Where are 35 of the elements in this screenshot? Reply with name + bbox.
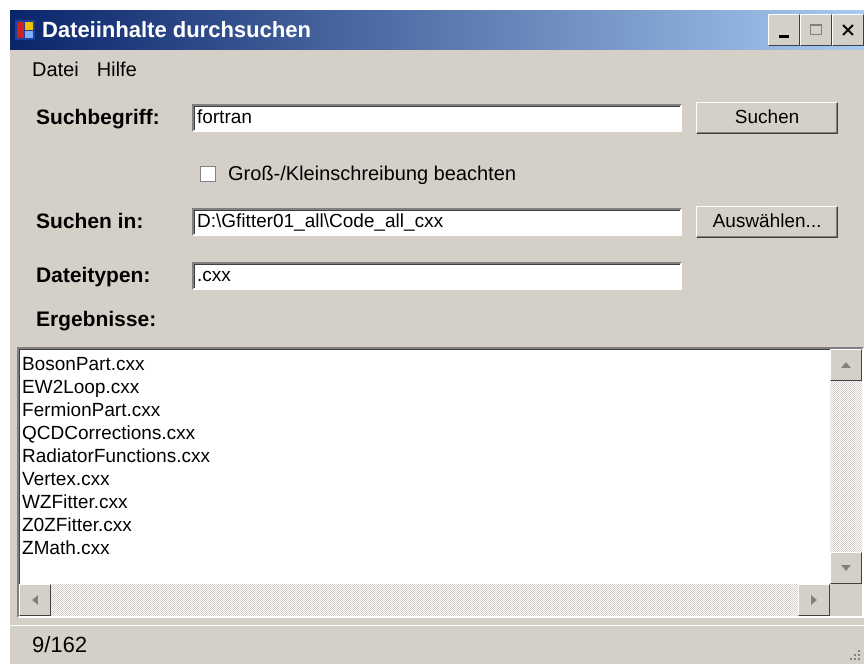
scrollbar-corner — [830, 584, 862, 616]
maximize-icon — [809, 23, 823, 37]
resize-grip-icon[interactable] — [848, 648, 860, 660]
menu-item[interactable]: Hilfe — [96, 58, 137, 82]
list-item[interactable]: Z0ZFitter.cxx — [22, 514, 827, 537]
menu-item[interactable]: Datei — [32, 58, 79, 82]
app-icon — [14, 19, 36, 41]
list-item[interactable]: EW2Loop.cxx — [22, 376, 827, 399]
list-item[interactable]: WZFitter.cxx — [22, 491, 827, 514]
vertical-scrollbar[interactable] — [830, 349, 862, 584]
folder-field[interactable]: D:\Gfitter01_all\Code_all_cxx — [192, 208, 682, 236]
close-button[interactable] — [832, 14, 864, 46]
close-icon — [841, 23, 855, 37]
field-label: Dateitypen: — [36, 264, 152, 288]
list-item[interactable]: Vertex.cxx — [22, 468, 827, 491]
list-item[interactable]: QCDCorrections.cxx — [22, 422, 827, 445]
search-button[interactable]: Suchen — [696, 102, 838, 134]
checkbox-label[interactable]: Groß-/Kleinschreibung beachten — [228, 162, 516, 186]
browse-button[interactable]: Auswählen... — [696, 206, 838, 238]
minimize-icon — [779, 34, 789, 38]
results-label: Ergebnisse: — [36, 307, 158, 333]
maximize-button[interactable] — [800, 14, 832, 46]
file-types-field[interactable]: .cxx — [192, 262, 682, 290]
minimize-button[interactable] — [768, 14, 800, 46]
list-item[interactable]: FermionPart.cxx — [22, 399, 827, 422]
list-item[interactable]: BosonPart.cxx — [22, 353, 827, 376]
list-item[interactable]: ZMath.cxx — [22, 537, 827, 560]
window-title: Dateiinhalte durchsuchen — [42, 17, 312, 43]
list-item[interactable]: RadiatorFunctions.cxx — [22, 445, 827, 468]
horizontal-scrollbar[interactable] — [19, 584, 830, 616]
field-label: Suchbegriff: — [36, 106, 161, 130]
checkbox[interactable] — [200, 166, 216, 182]
field-label: Suchen in: — [36, 210, 144, 234]
search-term-field[interactable]: fortran — [192, 104, 682, 132]
result-count: 9/162 — [32, 632, 88, 658]
